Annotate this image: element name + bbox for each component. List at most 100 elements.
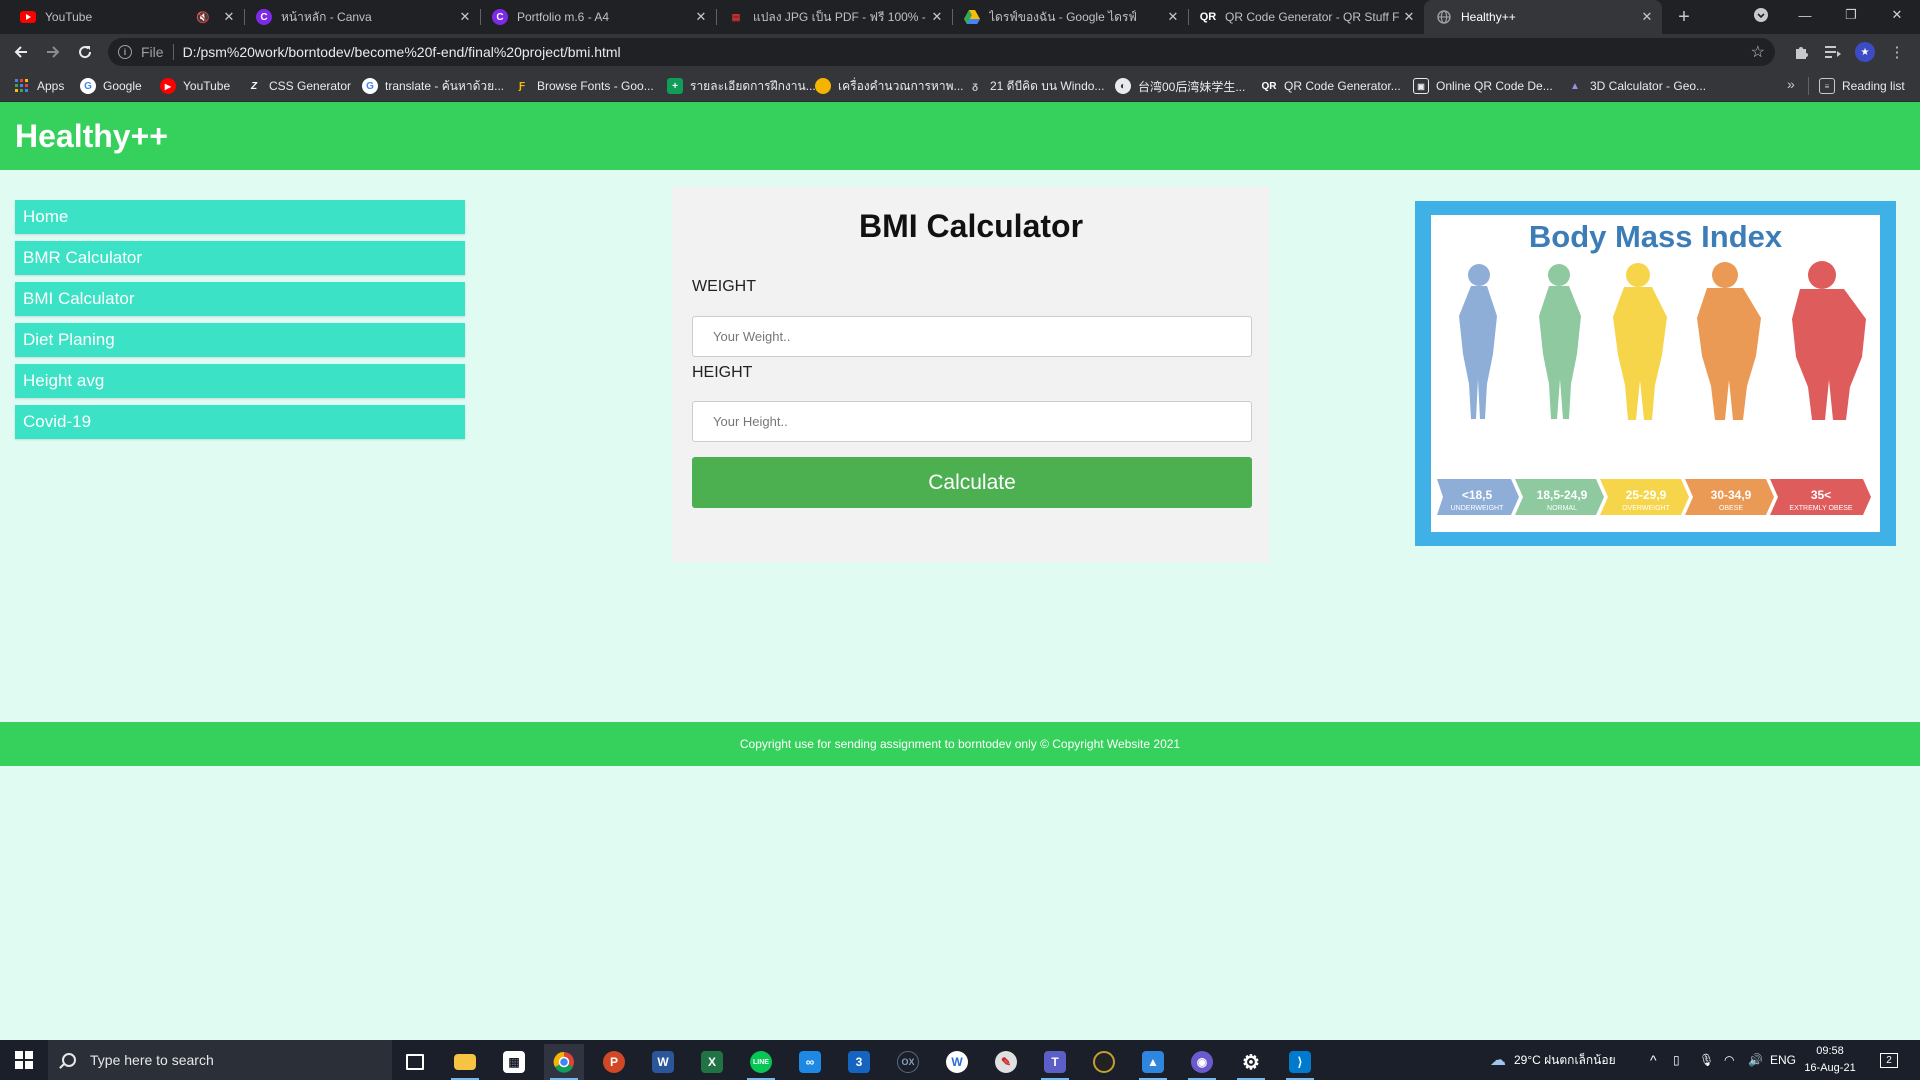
height-input[interactable]: [692, 401, 1252, 442]
tab-title: YouTube: [45, 10, 93, 24]
app-icon[interactable]: ∞: [790, 1044, 830, 1080]
bookmark-label: 3D Calculator - Geo...: [1590, 79, 1707, 93]
restore-button[interactable]: ❐: [1828, 0, 1874, 30]
google-icon: G: [362, 78, 378, 94]
app-icon[interactable]: 3: [839, 1044, 879, 1080]
tab-google-drive[interactable]: ไดรฟ์ของฉัน - Google ไดรฟ์ ✕: [952, 0, 1189, 34]
forward-button[interactable]: [40, 39, 66, 65]
new-tab-button[interactable]: +: [1672, 5, 1696, 29]
bookmark-star-icon[interactable]: ☆: [1751, 42, 1765, 62]
reading-list-button[interactable]: ≡ Reading list: [1819, 70, 1905, 102]
show-hidden-icons-icon[interactable]: ^: [1650, 1040, 1657, 1080]
tab-canva-portfolio[interactable]: C Portfolio m.6 - A4 ✕: [480, 0, 717, 34]
profile-avatar[interactable]: ★: [1855, 42, 1875, 62]
bookmark-qr-decoder[interactable]: ▣ Online QR Code De...: [1413, 70, 1553, 102]
tab-title: Portfolio m.6 - A4: [517, 10, 610, 24]
close-tab-icon[interactable]: ✕: [928, 8, 946, 26]
bookmark-windows-article[interactable]: ᵹ 21 ดีบีคิด บน Windo...: [967, 70, 1104, 102]
bookmark-apps[interactable]: Apps: [14, 70, 64, 102]
nav-item-bmi-calculator[interactable]: BMI Calculator: [15, 282, 465, 316]
close-window-button[interactable]: ✕: [1874, 0, 1920, 30]
nav-item-height-avg[interactable]: Height avg: [15, 364, 465, 398]
app-icon[interactable]: OX: [888, 1044, 928, 1080]
notification-center-icon[interactable]: 2: [1880, 1040, 1898, 1080]
start-button[interactable]: [0, 1040, 48, 1080]
weight-input[interactable]: [692, 316, 1252, 357]
speaker-mute-icon[interactable]: 🔇: [196, 11, 210, 24]
wifi-icon[interactable]: ◠: [1724, 1040, 1734, 1080]
bookmark-css-generator[interactable]: Z CSS Generator: [246, 70, 351, 102]
close-tab-icon[interactable]: ✕: [456, 8, 474, 26]
close-tab-icon[interactable]: ✕: [692, 8, 710, 26]
windows-taskbar: Type here to search ▦ P W X LINE ∞ 3 OX …: [0, 1040, 1920, 1080]
minimize-button[interactable]: —: [1782, 0, 1828, 30]
weather-widget[interactable]: ☁ 29°C ฝนตกเล็กน้อย: [1490, 1040, 1616, 1080]
canva-icon: C: [256, 9, 272, 25]
system-clock[interactable]: 09:58 16-Aug-21: [1790, 1043, 1870, 1077]
reload-button[interactable]: [72, 39, 98, 65]
tab-healthy-active[interactable]: Healthy++ ✕: [1424, 0, 1662, 34]
excel-icon[interactable]: X: [692, 1044, 732, 1080]
photos-icon[interactable]: ▲: [1133, 1044, 1173, 1080]
tab-youtube[interactable]: YouTube 🔇 ✕: [8, 0, 245, 34]
bmi-infographic-image: Body Mass Index <18,5 UNDERWEIGHT 18,5-2…: [1431, 215, 1880, 532]
meet-now-icon[interactable]: ▯: [1673, 1040, 1680, 1080]
extensions-puzzle-icon[interactable]: [1791, 42, 1811, 62]
close-tab-icon[interactable]: ✕: [220, 8, 238, 26]
media-queue-icon[interactable]: [1823, 42, 1843, 62]
close-tab-icon[interactable]: ✕: [1164, 8, 1182, 26]
bookmark-internship-sheet[interactable]: + รายละเอียดการฝึกงาน...: [667, 70, 816, 102]
settings-icon[interactable]: ⚙: [1231, 1044, 1271, 1080]
store-icon[interactable]: ▦: [494, 1044, 534, 1080]
bookmark-google-fonts[interactable]: Ƒ Browse Fonts - Goo...: [514, 70, 654, 102]
app-icon[interactable]: ✎: [986, 1044, 1026, 1080]
app-icon[interactable]: ◉: [1182, 1044, 1222, 1080]
nav-item-bmr-calculator[interactable]: BMR Calculator: [15, 241, 465, 275]
powerpoint-icon[interactable]: P: [594, 1044, 634, 1080]
app-icon[interactable]: [1084, 1044, 1124, 1080]
tab-canva-home[interactable]: C หน้าหลัก - Canva ✕: [244, 0, 481, 34]
close-tab-icon[interactable]: ✕: [1638, 8, 1656, 26]
web-page: Healthy++ Home BMR Calculator BMI Calcul…: [0, 102, 1920, 1040]
url-scheme: File: [141, 44, 174, 60]
site-logo[interactable]: Healthy++: [15, 118, 168, 155]
bookmark-youtube[interactable]: ▶ YouTube: [160, 70, 230, 102]
vscode-icon[interactable]: ⟩: [1280, 1044, 1320, 1080]
bmi-chart-svg: Body Mass Index <18,5 UNDERWEIGHT 18,5-2…: [1437, 219, 1871, 515]
microphone-icon[interactable]: 🎙: [1699, 1040, 1714, 1080]
chrome-icon[interactable]: [544, 1044, 584, 1080]
tab-search-button[interactable]: [1738, 0, 1784, 30]
app-icon[interactable]: W: [937, 1044, 977, 1080]
nav-item-diet-planing[interactable]: Diet Planing: [15, 323, 465, 357]
word-icon[interactable]: W: [643, 1044, 683, 1080]
bookmark-chinese-site[interactable]: ◐ 台湾00后湾妹学生...: [1115, 70, 1245, 102]
bookmark-calculator-site[interactable]: เครื่องคำนวณการหาพ...: [815, 70, 964, 102]
task-view-icon[interactable]: [395, 1044, 435, 1080]
close-tab-icon[interactable]: ✕: [1400, 8, 1418, 26]
bookmark-google[interactable]: G Google: [80, 70, 142, 102]
bookmark-label: YouTube: [183, 79, 231, 93]
nav-item-covid-19[interactable]: Covid-19: [15, 405, 465, 439]
back-button[interactable]: [8, 39, 34, 65]
tab-jpg-to-pdf[interactable]: ▤ แปลง JPG เป็น PDF - ฟรี 100% - PDF ✕: [716, 0, 953, 34]
nav-item-home[interactable]: Home: [15, 200, 465, 234]
svg-text:OBESE: OBESE: [1719, 505, 1743, 512]
back-arrow-icon: [14, 46, 27, 58]
bookmark-qr-generator[interactable]: QR QR Code Generator...: [1261, 70, 1401, 102]
bookmark-translate[interactable]: G translate - ค้นหาด้วย...: [362, 70, 504, 102]
taskbar-search[interactable]: Type here to search: [48, 1040, 392, 1080]
tab-title: QR Code Generator - QR Stuff Fr: [1225, 10, 1400, 24]
more-menu-icon[interactable]: ⋮: [1887, 42, 1907, 62]
line-icon[interactable]: LINE: [741, 1044, 781, 1080]
bookmark-geogebra[interactable]: ▲ 3D Calculator - Geo...: [1567, 70, 1706, 102]
site-info-icon[interactable]: i: [118, 45, 132, 59]
css-generator-icon: Z: [250, 80, 258, 92]
url-text[interactable]: D:/psm%20work/borntodev/become%20f-end/f…: [183, 44, 621, 60]
bookmarks-overflow-icon[interactable]: »: [1787, 76, 1795, 92]
address-bar[interactable]: i File D:/psm%20work/borntodev/become%20…: [108, 38, 1775, 66]
calculate-button[interactable]: Calculate: [692, 457, 1252, 508]
volume-icon[interactable]: 🔊: [1748, 1040, 1763, 1080]
teams-icon[interactable]: T: [1035, 1044, 1075, 1080]
file-explorer-icon[interactable]: [445, 1044, 485, 1080]
tab-qr-code-generator[interactable]: QR QR Code Generator - QR Stuff Fr ✕: [1188, 0, 1424, 34]
